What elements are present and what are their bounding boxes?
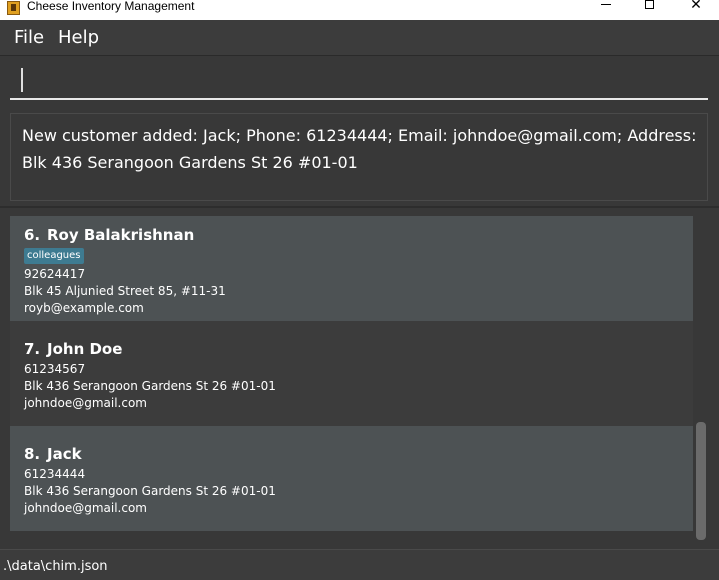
customer-address: Blk 45 Aljunied Street 85, #11-31 xyxy=(24,284,226,298)
maximize-button[interactable] xyxy=(627,0,673,20)
result-message: New customer added: Jack; Phone: 6123444… xyxy=(22,126,697,172)
customer-address: Blk 436 Serangoon Gardens St 26 #01-01 xyxy=(24,484,276,498)
minimize-button[interactable] xyxy=(583,0,629,20)
customer-index: 6. xyxy=(24,226,41,244)
customer-list[interactable]: 6. Roy Balakrishnan colleagues 92624417 … xyxy=(10,216,693,541)
customer-phone: 61234567 xyxy=(24,362,86,376)
customer-email: johndoe@gmail.com xyxy=(24,501,147,515)
app-icon xyxy=(7,1,20,15)
close-icon: ✕ xyxy=(690,0,702,13)
result-display: New customer added: Jack; Phone: 6123444… xyxy=(10,113,708,201)
text-caret xyxy=(21,68,23,92)
minimize-icon xyxy=(601,4,611,5)
customer-card[interactable]: 6. Roy Balakrishnan colleagues 92624417 … xyxy=(10,216,693,321)
title-bar: Cheese Inventory Management ✕ xyxy=(0,0,719,20)
customer-name: John Doe xyxy=(47,340,123,358)
customer-index: 7. xyxy=(24,340,41,358)
menu-help[interactable]: Help xyxy=(58,27,99,48)
maximize-icon xyxy=(645,0,654,9)
customer-email: royb@example.com xyxy=(24,301,144,315)
customer-name: Jack xyxy=(47,445,82,463)
close-button[interactable]: ✕ xyxy=(673,0,719,20)
save-file-path: .\data\chim.json xyxy=(3,559,108,574)
command-input[interactable] xyxy=(10,62,708,100)
customer-email: johndoe@gmail.com xyxy=(24,396,147,410)
tag-badge: colleagues xyxy=(24,248,84,264)
customer-address: Blk 436 Serangoon Gardens St 26 #01-01 xyxy=(24,379,276,393)
customer-card[interactable]: 8. Jack 61234444 Blk 436 Serangoon Garde… xyxy=(10,426,693,531)
menu-bar: File Help xyxy=(0,20,719,56)
scrollbar-thumb[interactable] xyxy=(696,422,706,540)
window-title: Cheese Inventory Management xyxy=(27,0,195,13)
customer-phone: 61234444 xyxy=(24,467,86,481)
customer-card[interactable]: 7. John Doe 61234567 Blk 436 Serangoon G… xyxy=(10,321,693,426)
status-bar: .\data\chim.json xyxy=(0,549,719,580)
customer-list-panel: 6. Roy Balakrishnan colleagues 92624417 … xyxy=(0,208,719,549)
customer-name: Roy Balakrishnan xyxy=(47,226,195,244)
menu-file[interactable]: File xyxy=(14,27,44,48)
customer-phone: 92624417 xyxy=(24,267,86,281)
customer-index: 8. xyxy=(24,445,41,463)
